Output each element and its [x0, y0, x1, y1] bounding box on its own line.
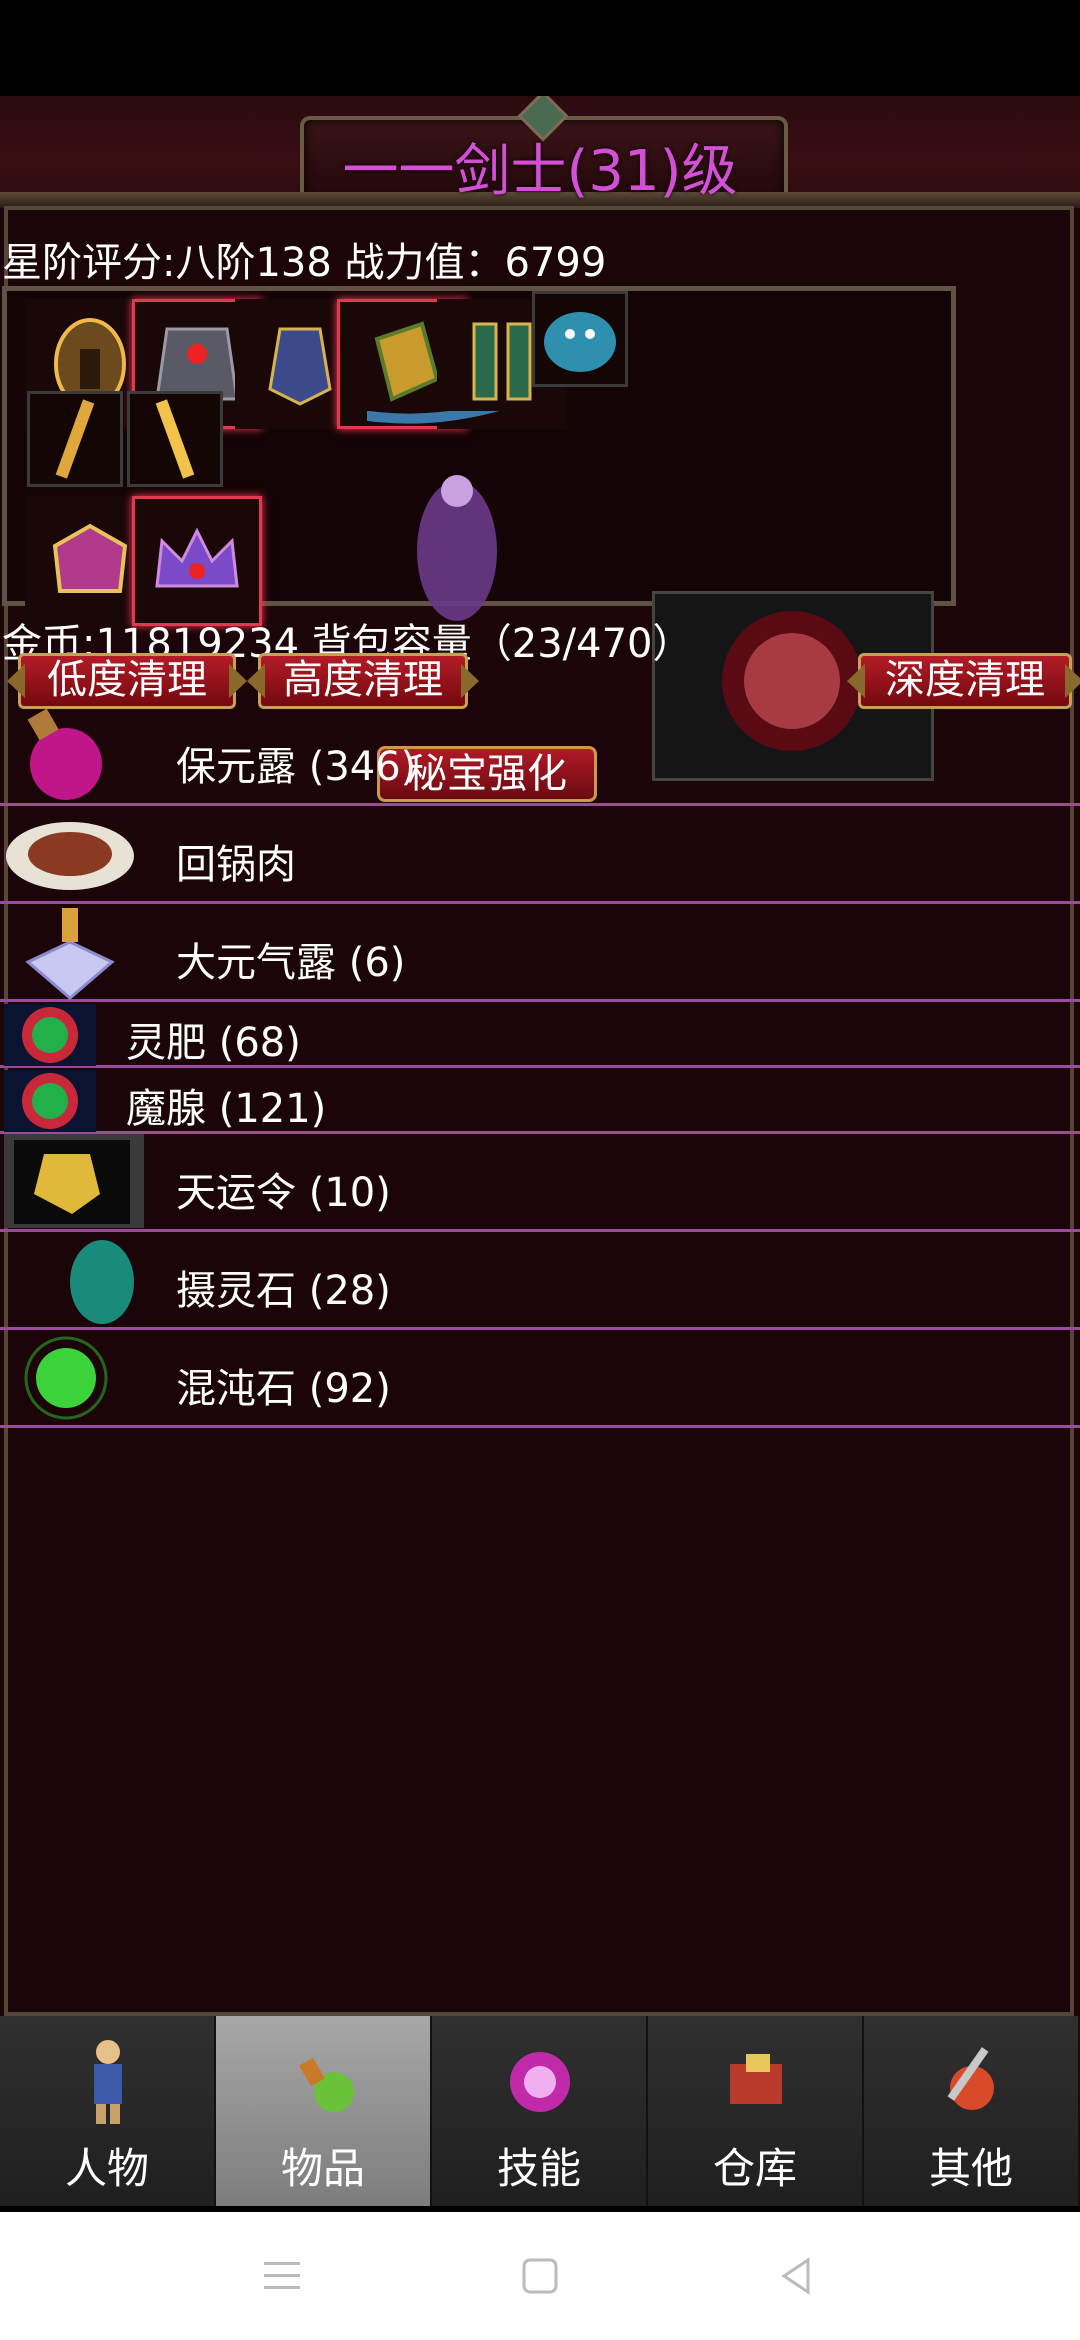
menu-icon[interactable]: [258, 2252, 306, 2300]
list-item[interactable]: 混沌石 (92): [0, 1330, 1080, 1428]
star-rating-and-power: 星阶评分:八阶138 战力值：6799: [2, 240, 607, 286]
item-name: 魔腺 (121): [126, 1086, 327, 1132]
bottom-nav: 人物 物品 技能 仓库 其他: [0, 2016, 1080, 2206]
crystal-flask-icon: [25, 908, 115, 1000]
item-name: 天运令 (10): [176, 1170, 391, 1216]
spirit-stone-icon: [70, 1240, 134, 1324]
equip-slot-crown[interactable]: [132, 496, 262, 626]
spirit-beast-icon: [544, 312, 616, 372]
item-name: 回锅肉: [176, 842, 296, 888]
status-bar: [0, 0, 1080, 96]
weapon-icon: [55, 399, 95, 479]
list-item[interactable]: 天运令 (10): [0, 1134, 1080, 1232]
shoulder-armor-icon: [268, 327, 332, 406]
deep-cleanup-button[interactable]: 深度清理: [858, 653, 1072, 709]
pink-potion-icon: [27, 708, 102, 800]
list-item[interactable]: 摄灵石 (28): [0, 1232, 1080, 1330]
item-list: 保元露 (346) 回锅肉 大元气露 (6) 灵肥 (68) 魔腺 (121) …: [0, 708, 1080, 1428]
item-name: 大元气露 (6): [176, 940, 406, 986]
warehouse-icon: [730, 2054, 782, 2104]
tab-other[interactable]: 其他: [864, 2016, 1080, 2206]
title-banner: 一一剑士(31)级: [0, 96, 1080, 210]
potion-bag-icon: [299, 2057, 354, 2112]
system-navigation-bar: [0, 2212, 1080, 2340]
tab-label: 技能: [496, 2144, 581, 2193]
home-icon[interactable]: [516, 2252, 564, 2300]
token-icon: [4, 1134, 144, 1228]
item-name: 保元露 (346): [176, 744, 417, 790]
item-name: 混沌石 (92): [176, 1366, 391, 1412]
list-item[interactable]: 回锅肉: [0, 806, 1080, 904]
low-cleanup-button[interactable]: 低度清理: [18, 653, 236, 709]
bracer-icon: [52, 523, 128, 593]
tab-character[interactable]: 人物: [0, 2016, 216, 2206]
tab-items[interactable]: 物品: [216, 2016, 432, 2206]
tab-label: 人物: [64, 2144, 149, 2193]
character-icon: [94, 2040, 122, 2124]
sword-icon: [155, 399, 195, 479]
item-name: 摄灵石 (28): [176, 1268, 391, 1314]
equipment-panel: 秘宝强化: [2, 286, 956, 802]
high-cleanup-button[interactable]: 高度清理: [258, 653, 468, 709]
list-item[interactable]: 保元露 (346): [0, 708, 1080, 806]
skill-orb-icon: [510, 2052, 570, 2112]
list-item[interactable]: 灵肥 (68): [0, 1002, 1080, 1068]
equip-slot-mount[interactable]: [532, 291, 628, 387]
tab-label: 其他: [928, 2144, 1013, 2193]
chaos-stone-icon: [24, 1336, 108, 1420]
character-title: 一一剑士(31)级: [342, 139, 738, 204]
green-orb-icon: [4, 1070, 96, 1132]
meat-dish-icon: [6, 822, 134, 890]
game-screen: 一一剑士(31)级 星阶评分:八阶138 战力值：6799 秘宝强化 金币:11…: [0, 96, 1080, 2016]
list-item[interactable]: 大元气露 (6): [0, 904, 1080, 1002]
green-orb-icon: [4, 1004, 96, 1066]
back-icon[interactable]: [772, 2252, 820, 2300]
crown-icon: [155, 527, 239, 588]
character-figure: [367, 411, 499, 621]
list-item[interactable]: 魔腺 (121): [0, 1068, 1080, 1134]
tab-skills[interactable]: 技能: [432, 2016, 648, 2206]
equip-slot-weapon-main[interactable]: [27, 391, 123, 487]
tab-warehouse[interactable]: 仓库: [648, 2016, 864, 2206]
other-icon: [947, 2047, 994, 2110]
equip-slot-weapon-off[interactable]: [127, 391, 223, 487]
tab-label: 仓库: [712, 2144, 797, 2193]
item-name: 灵肥 (68): [126, 1020, 301, 1066]
tab-label: 物品: [280, 2144, 365, 2193]
